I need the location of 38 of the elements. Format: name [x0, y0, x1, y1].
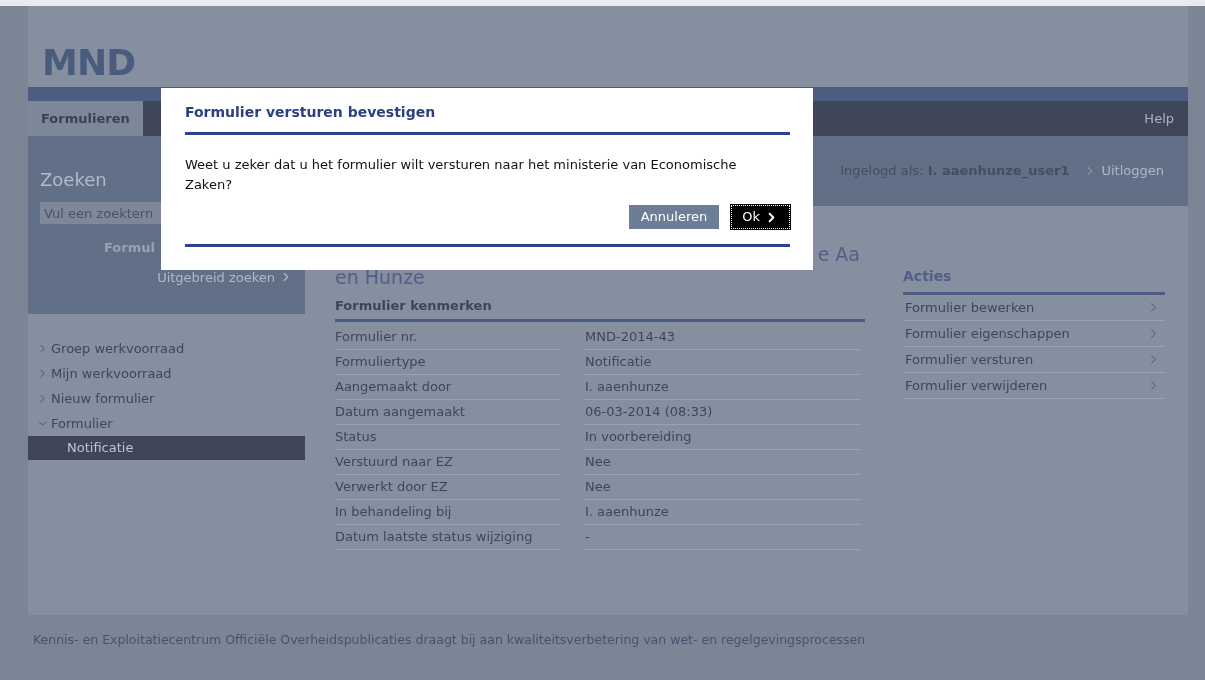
property-value: Nee: [583, 474, 860, 500]
property-value: 06-03-2014 (08:33): [583, 399, 860, 425]
sidebar-item[interactable]: Formulier: [28, 411, 305, 436]
property-label: Datum laatste status wijziging: [335, 524, 560, 550]
property-label: Aangemaakt door: [335, 374, 560, 400]
property-value: In voorbereiding: [583, 424, 860, 450]
dialog-title: Formulier versturen bevestigen: [185, 103, 437, 122]
property-label: In behandeling bij: [335, 499, 560, 525]
sidebar-item[interactable]: Mijn werkvoorraad: [28, 361, 305, 386]
property-value: Nee: [583, 449, 860, 475]
dialog-message: Weet u zeker dat u het formulier wilt versturen naar het ministerie van Economische Zaken?: [185, 156, 738, 194]
action-link[interactable]: Formulier bewerken: [903, 295, 1165, 321]
advanced-search-link[interactable]: Uitgebreid zoeken: [157, 267, 293, 287]
property-label: Datum aangemaakt: [335, 399, 560, 425]
property-label: Formuliertype: [335, 349, 560, 375]
action-link[interactable]: Formulier versturen: [903, 347, 1165, 373]
logout-link[interactable]: Uitloggen: [1083, 161, 1164, 181]
property-label: Verwerkt door EZ: [335, 474, 560, 500]
property-value: -: [583, 524, 860, 550]
logo: MND: [42, 45, 136, 81]
help-link[interactable]: Help: [1144, 108, 1188, 129]
sidebar-item[interactable]: Nieuw formulier: [28, 386, 305, 411]
ok-button[interactable]: Ok: [731, 205, 790, 229]
action-link[interactable]: Formulier eigenschappen: [903, 321, 1165, 347]
search-title: Zoeken: [40, 170, 107, 190]
property-label: Formulier nr.: [335, 324, 560, 350]
nav-tab[interactable]: Formulieren: [28, 101, 143, 136]
property-value: Notificatie: [583, 349, 860, 375]
sidebar-subitem[interactable]: Notificatie: [28, 436, 305, 460]
property-value: I. aaenhunze: [583, 374, 860, 400]
property-value: I. aaenhunze: [583, 499, 860, 525]
cancel-button[interactable]: Annuleren: [628, 205, 720, 229]
sidebar-item[interactable]: Groep werkvoorraad: [28, 336, 305, 361]
property-label: Status: [335, 424, 560, 450]
action-link[interactable]: Formulier verwijderen: [903, 373, 1165, 399]
section-title: Formulier kenmerken: [335, 297, 493, 315]
property-label: Verstuurd naar EZ: [335, 449, 560, 475]
property-value: MND-2014-43: [583, 324, 860, 350]
